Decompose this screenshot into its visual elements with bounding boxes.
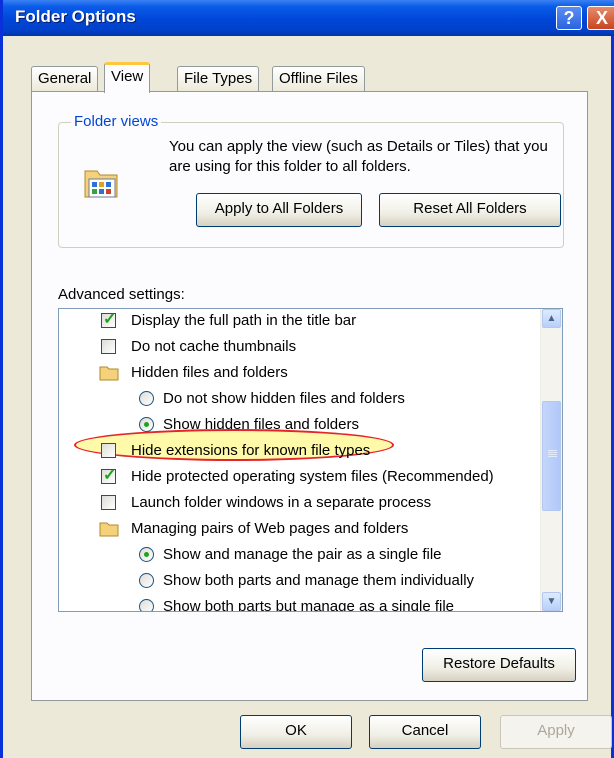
tab-file-types[interactable]: File Types: [177, 66, 260, 92]
tab-offline-files[interactable]: Offline Files: [272, 66, 365, 92]
setting-launch-separate-process[interactable]: Launch folder windows in a separate proc…: [59, 491, 535, 517]
group-label: Hidden files and folders: [131, 364, 288, 381]
setting-label: Do not cache thumbnails: [131, 338, 297, 355]
restore-defaults-button[interactable]: Restore Defaults: [422, 648, 576, 682]
setting-label: Do not show hidden files and folders: [163, 390, 405, 407]
tab-general[interactable]: General: [31, 66, 99, 92]
setting-both-parts-individually[interactable]: Show both parts and manage them individu…: [59, 569, 535, 595]
scroll-down-icon[interactable]: ▼: [542, 592, 561, 611]
folder-icon: [99, 522, 119, 537]
folder-options-dialog: Folder Options ? X General View File Typ…: [0, 0, 614, 758]
checkbox[interactable]: ✓: [101, 467, 116, 484]
apply-button[interactable]: Apply: [500, 715, 612, 749]
setting-label: Show both parts but manage as a single f…: [163, 598, 455, 612]
vertical-scrollbar[interactable]: ▲ ▼: [540, 309, 562, 611]
title-bar[interactable]: Folder Options ? X: [3, 0, 614, 36]
radio-button[interactable]: [139, 547, 154, 562]
view-tab-panel: Folder views You can apply the view (suc…: [31, 91, 588, 701]
cancel-button[interactable]: Cancel: [369, 715, 481, 749]
setting-show-hidden[interactable]: Show hidden files and folders: [59, 413, 535, 439]
folder-icon: [99, 366, 119, 381]
reset-all-folders-button[interactable]: Reset All Folders: [379, 193, 561, 227]
setting-hide-protected-files[interactable]: ✓ Hide protected operating system files …: [59, 465, 535, 491]
setting-label: Show and manage the pair as a single fil…: [163, 546, 442, 563]
setting-pair-single-file[interactable]: Show and manage the pair as a single fil…: [59, 543, 535, 569]
setting-both-parts-single-file[interactable]: Show both parts but manage as a single f…: [59, 595, 535, 612]
folder-views-group: Folder views You can apply the view (suc…: [58, 113, 564, 248]
scroll-thumb[interactable]: [542, 401, 561, 511]
radio-button[interactable]: [139, 599, 154, 611]
setting-label: Launch folder windows in a separate proc…: [131, 494, 432, 511]
setting-display-full-path[interactable]: ✓ Display the full path in the title bar: [59, 309, 535, 335]
radio-button[interactable]: [139, 573, 154, 588]
setting-hide-extensions[interactable]: Hide extensions for known file types: [59, 439, 535, 465]
folder-views-title: Folder views: [71, 113, 162, 130]
group-managing-pairs: Managing pairs of Web pages and folders: [59, 517, 535, 543]
radio-button[interactable]: [139, 391, 154, 406]
tab-view[interactable]: View: [104, 62, 151, 93]
setting-label: Show hidden files and folders: [163, 416, 359, 433]
help-button[interactable]: ?: [556, 6, 582, 30]
folder-views-icon: [84, 170, 118, 198]
folder-views-description: You can apply the view (such as Details …: [169, 138, 548, 175]
checkbox[interactable]: ✓: [101, 311, 116, 328]
group-hidden-files: Hidden files and folders: [59, 361, 535, 387]
radio-button[interactable]: [139, 417, 154, 432]
apply-to-all-folders-button[interactable]: Apply to All Folders: [196, 193, 362, 227]
ok-button[interactable]: OK: [240, 715, 352, 749]
advanced-settings-list: ✓ Display the full path in the title bar…: [58, 308, 563, 612]
setting-do-not-cache-thumbnails[interactable]: Do not cache thumbnails: [59, 335, 535, 361]
setting-label: Hide protected operating system files (R…: [131, 468, 494, 485]
checkbox[interactable]: [101, 443, 116, 458]
setting-do-not-show-hidden[interactable]: Do not show hidden files and folders: [59, 387, 535, 413]
scroll-up-icon[interactable]: ▲: [542, 309, 561, 328]
checkbox[interactable]: [101, 339, 116, 354]
setting-label: Hide extensions for known file types: [131, 442, 371, 459]
close-button[interactable]: X: [587, 6, 614, 30]
window-title: Folder Options: [15, 7, 136, 26]
setting-label: Show both parts and manage them individu…: [163, 572, 475, 589]
setting-label: Display the full path in the title bar: [131, 312, 357, 329]
checkbox[interactable]: [101, 495, 116, 510]
group-label: Managing pairs of Web pages and folders: [131, 520, 409, 537]
advanced-settings-label: Advanced settings:: [58, 286, 185, 303]
